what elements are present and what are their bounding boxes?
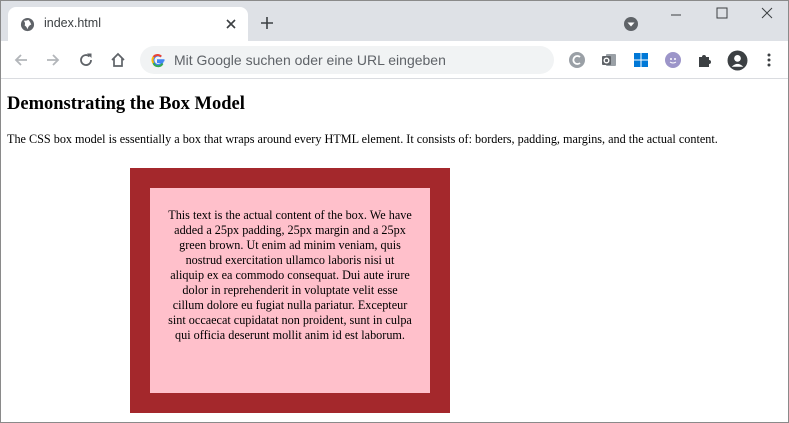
windows-icon[interactable] (632, 51, 650, 69)
google-g-icon (151, 54, 165, 68)
intro-paragraph: The CSS box model is essentially a box t… (7, 132, 718, 146)
tab-strip: index.html (1, 1, 788, 41)
arrow-left-icon[interactable] (12, 51, 30, 69)
omnibox[interactable]: Mit Google suchen oder eine URL eingeben (140, 46, 554, 74)
more-vert-icon[interactable] (760, 51, 778, 69)
maximize-icon[interactable] (714, 5, 730, 21)
minimize-icon[interactable] (668, 7, 684, 23)
page-content: Demonstrating the Box Model The CSS box … (1, 80, 788, 422)
reload-icon[interactable] (77, 51, 95, 69)
me-extension-icon[interactable] (664, 51, 682, 69)
profile-avatar-icon[interactable] (727, 50, 748, 71)
plus-icon[interactable] (259, 15, 275, 31)
box-model-content: This text is the actual content of the b… (150, 188, 430, 393)
browser-window: index.html Mit Google suchen oder eine U… (0, 0, 789, 423)
puzzle-icon[interactable] (696, 51, 714, 69)
chevron-down-circle-icon[interactable] (623, 16, 639, 32)
home-icon[interactable] (109, 51, 127, 69)
box-content-text: This text is the actual content of the b… (168, 208, 412, 342)
arrow-right-icon[interactable] (44, 51, 62, 69)
outlook-icon[interactable] (600, 51, 618, 69)
box-model-border: This text is the actual content of the b… (130, 168, 450, 413)
toolbar: Mit Google suchen oder eine URL eingeben (1, 41, 788, 79)
window-close-icon[interactable] (759, 5, 775, 21)
c-extension-icon[interactable] (568, 51, 586, 69)
close-icon[interactable] (223, 16, 239, 32)
omnibox-placeholder: Mit Google suchen oder eine URL eingeben (174, 52, 446, 68)
tab-title: index.html (44, 16, 101, 30)
tab-index-html[interactable]: index.html (8, 7, 248, 41)
globe-icon (20, 17, 35, 32)
page-heading: Demonstrating the Box Model (7, 94, 245, 114)
